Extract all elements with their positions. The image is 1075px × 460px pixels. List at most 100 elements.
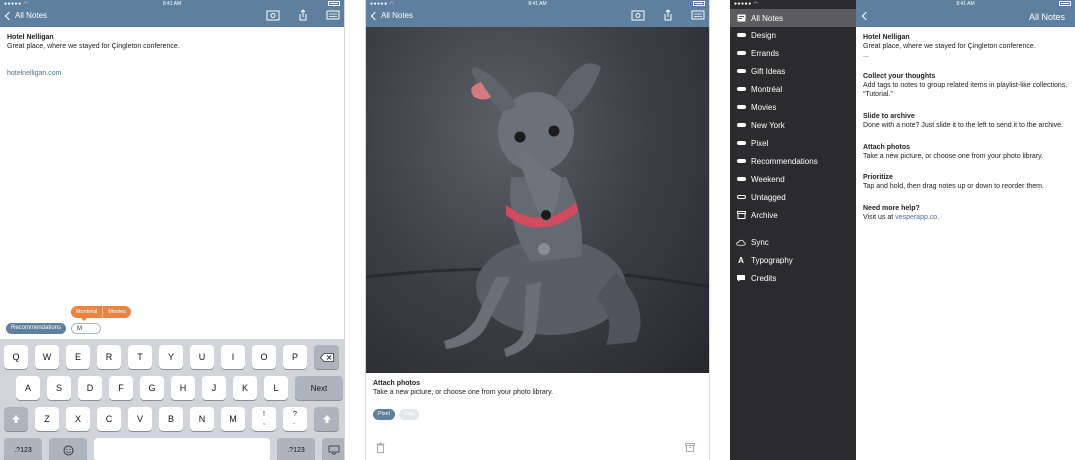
sidebar-item-label: Sync [751,237,769,247]
key-i[interactable]: I [221,345,245,369]
sidebar-item-new-york[interactable]: New York [730,116,856,134]
tag-suggestion-movies[interactable]: Movies [103,306,130,318]
key-b[interactable]: B [159,407,183,431]
share-button[interactable] [661,9,675,21]
add-photo-button[interactable] [266,9,280,21]
key-j[interactable]: J [202,376,226,400]
photo-icon [631,10,645,21]
key-m[interactable]: M [221,407,245,431]
key-y[interactable]: Y [159,345,183,369]
key-w[interactable]: W [35,345,59,369]
list-item[interactable]: Attach photos Take a new picture, or cho… [863,143,1075,161]
key-v[interactable]: V [128,407,152,431]
list-item[interactable]: Prioritize Tap and hold, then drag notes… [863,173,1075,191]
shift-key-left[interactable] [4,407,28,431]
keyboard: Q W E R T Y U I O P A S D F G H J K L Ne… [0,339,344,460]
back-label: All Notes [381,11,414,20]
keyboard-row-1: Q W E R T Y U I O P [4,345,340,369]
shift-icon [322,415,331,423]
key-e[interactable]: E [66,345,90,369]
hide-keyboard-key[interactable] [322,438,344,460]
note-content[interactable]: Hotel Nelligan Great place, where we sta… [7,33,337,78]
sidebar-item-label: Gift Ideas [751,66,786,76]
navbar: ●●●●● ◠ 8:41 AM All Notes [0,0,344,27]
key-n[interactable]: N [190,407,214,431]
key-g[interactable]: G [140,376,164,400]
key-d[interactable]: D [78,376,102,400]
key-q[interactable]: Q [4,345,28,369]
tag-input[interactable]: M [71,323,101,334]
next-key[interactable]: Next [295,376,343,400]
list-item[interactable]: Collect your thoughts Add tags to notes … [863,72,1075,99]
delete-key[interactable] [314,345,339,369]
tag-suggestion-montreal[interactable]: Montréal [71,306,102,318]
vesperapp-link[interactable]: vesperapp.co. [895,214,939,221]
trash-icon[interactable] [376,442,385,453]
tag-icon [736,157,746,165]
key-s[interactable]: S [47,376,71,400]
keyboard-toggle-button[interactable] [326,9,340,21]
sidebar-item-gift-ideas[interactable]: Gift Ideas [730,62,856,80]
sidebar-item-movies[interactable]: Movies [730,98,856,116]
sidebar-item-label: Untagged [751,192,786,202]
note-body-text: Visit us at [863,214,896,221]
status-time: 8:41 AM [162,1,182,7]
note-content[interactable]: Attach photos Take a new picture, or cho… [373,379,702,397]
sidebar-item-sync[interactable]: Sync [730,233,856,251]
sidebar-item-errands[interactable]: Errands [730,44,856,62]
sidebar-item-typography[interactable]: A Typography [730,251,856,269]
chevron-left-icon[interactable] [861,11,871,21]
key-f[interactable]: F [109,376,133,400]
sidebar-item-all-notes[interactable]: All Notes [730,9,856,27]
add-photo-button[interactable] [631,9,645,21]
sidebar-item-recommendations[interactable]: Recommendations [730,152,856,170]
note-title: Slide to archive [863,113,915,120]
key-k[interactable]: K [233,376,257,400]
numbers-key-right[interactable]: .?123 [277,438,315,460]
sidebar-item-pixel[interactable]: Pixel [730,134,856,152]
tag-icon [736,31,746,39]
status-time: 8:41 AM [528,1,547,7]
sidebar-item-label: Movies [751,102,777,112]
key-z[interactable]: Z [35,407,59,431]
tag-dog[interactable]: Dog [399,409,420,420]
numbers-key-left[interactable]: .?123 [4,438,42,460]
sidebar-item-credits[interactable]: Credits [730,269,856,287]
sidebar-item-weekend[interactable]: Weekend [730,170,856,188]
status-bar: ●●●●● ◠ [730,0,856,8]
shift-key-right[interactable] [314,407,339,431]
keyboard-toggle-button[interactable] [691,9,705,21]
list-item[interactable]: Need more help? Visit us at vesperapp.co… [863,204,1075,222]
key-a[interactable]: A [16,376,40,400]
key-c[interactable]: C [97,407,121,431]
key-u[interactable]: U [190,345,214,369]
key-x[interactable]: X [66,407,90,431]
key-exclaim-comma[interactable]: ! , [252,407,276,431]
key-h[interactable]: H [171,376,195,400]
status-time: 8:41 AM [956,1,975,7]
sidebar-item-archive[interactable]: Archive [730,206,856,224]
key-p[interactable]: P [283,345,307,369]
tag-pixel[interactable]: Pixel [373,409,395,420]
list-item[interactable]: Hotel Nelligan Great place, where we sta… [863,33,1075,60]
key-o[interactable]: O [252,345,276,369]
back-to-all-notes-button[interactable]: All Notes [370,11,414,20]
tag-recommendations[interactable]: Recommendations [6,323,67,334]
sidebar-item-montreal[interactable]: Montréal [730,80,856,98]
key-t[interactable]: T [128,345,152,369]
emoji-key[interactable] [49,438,87,460]
attached-photo[interactable] [366,27,709,373]
tag-icon [736,103,746,111]
key-question-period[interactable]: ? . [283,407,307,431]
key-r[interactable]: R [97,345,121,369]
chevron-left-icon [370,11,380,20]
key-l[interactable]: L [264,376,288,400]
sidebar-item-untagged[interactable]: Untagged [730,188,856,206]
note-link[interactable]: hotelnelligan.com [7,69,337,78]
sidebar-item-design[interactable]: Design [730,26,856,44]
space-key[interactable] [94,438,270,460]
archive-icon[interactable] [685,443,695,452]
share-button[interactable] [296,9,310,21]
back-to-all-notes-button[interactable]: All Notes [4,11,47,20]
list-item[interactable]: Slide to archive Done with a note? Just … [863,112,1075,130]
